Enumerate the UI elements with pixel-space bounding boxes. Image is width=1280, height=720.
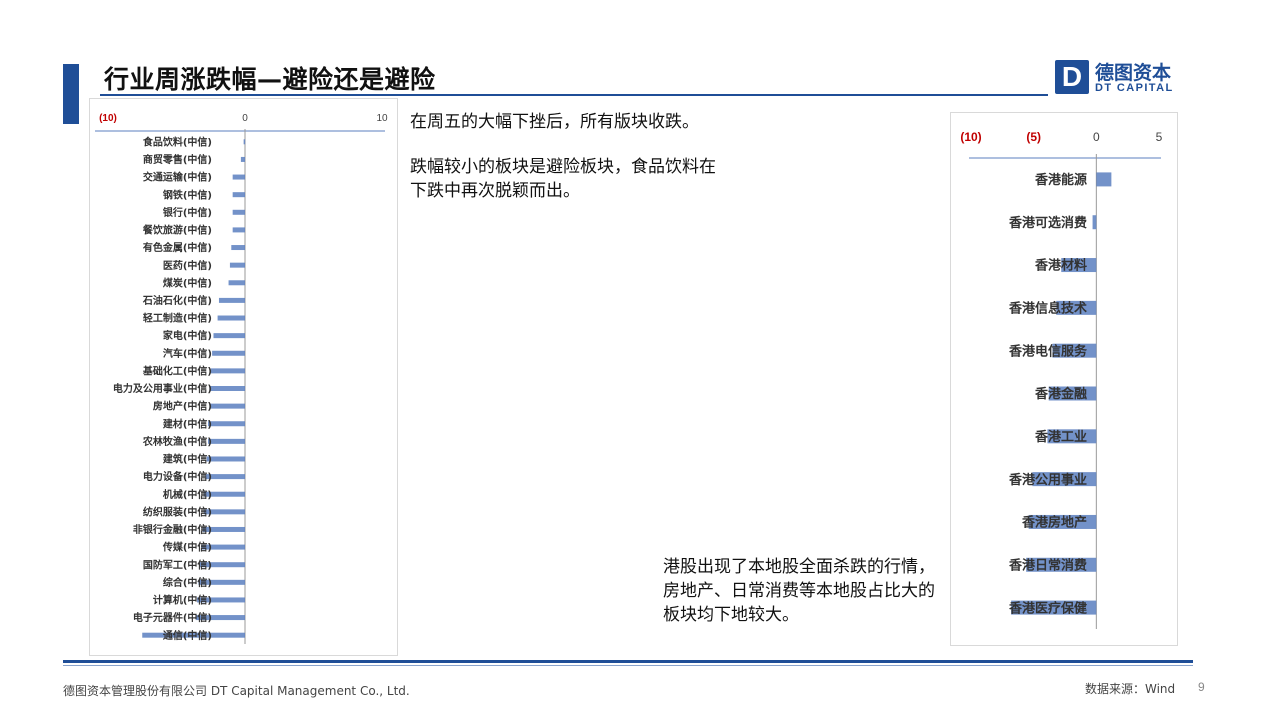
category-label: 计算机(中信) bbox=[153, 594, 212, 607]
citic-industry-chart-svg: (10) 0 10 食品饮料(中信) 商贸零售(中信) 交通运输(中信) 钢铁(中信) 银行(… bbox=[95, 113, 388, 644]
bar-2 bbox=[240, 156, 245, 162]
category-label: 电力设备(中信) bbox=[143, 470, 212, 483]
x-tick-label: 10 bbox=[376, 113, 388, 124]
category-label: 轻工制造(中信) bbox=[143, 312, 212, 325]
bar-6 bbox=[232, 227, 245, 233]
bar-2 bbox=[1092, 215, 1097, 230]
x-tick-label: 0 bbox=[242, 113, 248, 124]
logo-mark-icon: D bbox=[1055, 60, 1089, 94]
category-label: 建材(中信) bbox=[162, 417, 212, 430]
x-tick-label: (10) bbox=[99, 113, 117, 124]
category-label: 基础化工(中信) bbox=[142, 364, 212, 377]
category-label: 交通运输(中信) bbox=[143, 171, 212, 184]
x-tick-label: 5 bbox=[1156, 130, 1163, 144]
commentary-paragraph-1: 在周五的大幅下挫后，所有版块收跌。 bbox=[410, 112, 699, 132]
bar-12 bbox=[213, 333, 245, 339]
page-title: 行业周涨跌幅—避险还是避险 bbox=[104, 65, 436, 94]
footer-source: 数据来源：Wind bbox=[1085, 682, 1176, 696]
category-label: 房地产(中信) bbox=[153, 400, 212, 413]
category-label: 香港能源 bbox=[1034, 172, 1087, 188]
bar-19 bbox=[206, 456, 245, 462]
category-label: 香港金融 bbox=[1034, 386, 1087, 402]
hk-sector-chart: (10) (5) 0 5 香港能源香港可选消费香港材料香港信息技术 香港电信服务香港金融香… bbox=[950, 112, 1178, 646]
footer-divider bbox=[63, 660, 1193, 663]
bar-15 bbox=[209, 386, 245, 391]
category-label: 香港房地产 bbox=[1021, 515, 1087, 531]
x-tick-label: (5) bbox=[1026, 130, 1041, 144]
bar-17 bbox=[208, 421, 245, 427]
category-label: 香港公用事业 bbox=[1008, 472, 1087, 488]
company-logo: D 德图资本 DT CAPITAL bbox=[1055, 60, 1185, 100]
category-label: 纺织服装(中信) bbox=[143, 505, 212, 518]
title-underline bbox=[100, 94, 1048, 96]
bar-18 bbox=[208, 438, 245, 444]
category-label: 家电(中信) bbox=[163, 329, 212, 342]
footer-company: 德图资本管理股份有限公司 DT Capital Management Co., … bbox=[63, 684, 410, 698]
category-label: 电子元器件(中信) bbox=[133, 611, 212, 624]
bar-8 bbox=[229, 262, 245, 268]
category-label: 汽车(中信) bbox=[163, 347, 212, 360]
footer-divider-thin bbox=[63, 665, 1193, 666]
logo-name-cn: 德图资本 bbox=[1095, 62, 1172, 84]
citic-industry-chart: (10) 0 10 食品饮料(中信) 商贸零售(中信) 交通运输(中信) 钢铁(中信) 银行(… bbox=[89, 98, 398, 656]
commentary-paragraph-3: 港股出现了本地股全面杀跌的行情，房地产、日常消费等本地股占比大的板块均下地较大。 bbox=[663, 557, 935, 625]
category-label: 传媒(中信) bbox=[162, 541, 212, 554]
category-label: 香港工业 bbox=[1034, 429, 1087, 445]
category-label: 医药(中信) bbox=[163, 259, 212, 272]
bar-9 bbox=[228, 280, 245, 286]
category-label: 非银行金融(中信) bbox=[133, 523, 212, 536]
category-label: 餐饮旅游(中信) bbox=[142, 224, 212, 237]
bar-11 bbox=[217, 315, 245, 321]
category-label: 综合(中信) bbox=[163, 576, 212, 589]
bar-13 bbox=[212, 350, 245, 356]
logo-name-en: DT CAPITAL bbox=[1095, 82, 1174, 94]
x-tick-label: 0 bbox=[1093, 130, 1100, 144]
bar-14 bbox=[210, 368, 245, 374]
category-label: 钢铁(中信) bbox=[163, 188, 212, 201]
category-label: 香港信息技术 bbox=[1008, 301, 1087, 317]
category-label: 有色金属(中信) bbox=[143, 241, 212, 254]
category-label: 食品饮料(中信) bbox=[142, 135, 212, 148]
bar-16 bbox=[209, 403, 245, 409]
page-number: 9 bbox=[1198, 680, 1205, 694]
category-label: 香港可选消费 bbox=[1008, 215, 1087, 231]
category-label: 建筑(中信) bbox=[162, 453, 212, 466]
bar-5 bbox=[232, 209, 245, 215]
category-label: 煤炭(中信) bbox=[163, 276, 212, 289]
title-accent-bar bbox=[63, 64, 79, 124]
category-label: 商贸零售(中信) bbox=[143, 153, 212, 166]
bar-1 bbox=[243, 139, 246, 145]
category-label: 香港材料 bbox=[1034, 258, 1087, 274]
bar-1 bbox=[1096, 172, 1112, 187]
category-label: 银行(中信) bbox=[163, 206, 212, 219]
category-label: 香港电信服务 bbox=[1008, 343, 1088, 359]
bar-4 bbox=[232, 192, 245, 198]
category-label: 香港医疗保健 bbox=[1008, 600, 1087, 616]
bar-7 bbox=[231, 245, 245, 251]
x-tick-label: (10) bbox=[960, 130, 981, 144]
category-label: 农林牧渔(中信) bbox=[142, 435, 212, 448]
category-label: 石油石化(中信) bbox=[142, 294, 212, 307]
category-label: 香港日常消费 bbox=[1008, 557, 1087, 573]
bar-10 bbox=[218, 297, 245, 303]
category-label: 国防军工(中信) bbox=[143, 558, 212, 571]
category-label: 机械(中信) bbox=[163, 488, 212, 501]
commentary-paragraph-2: 跌幅较小的板块是避险板块，食品饮料在下跌中再次脱颖而出。 bbox=[410, 157, 716, 201]
hk-sector-chart-svg: (10) (5) 0 5 香港能源香港可选消费香港材料香港信息技术香港电信服务香港金融香… bbox=[960, 130, 1163, 629]
category-label: 电力及公用事业(中信) bbox=[113, 382, 212, 395]
bar-3 bbox=[232, 174, 245, 180]
category-label: 通信(中信) bbox=[163, 629, 212, 642]
